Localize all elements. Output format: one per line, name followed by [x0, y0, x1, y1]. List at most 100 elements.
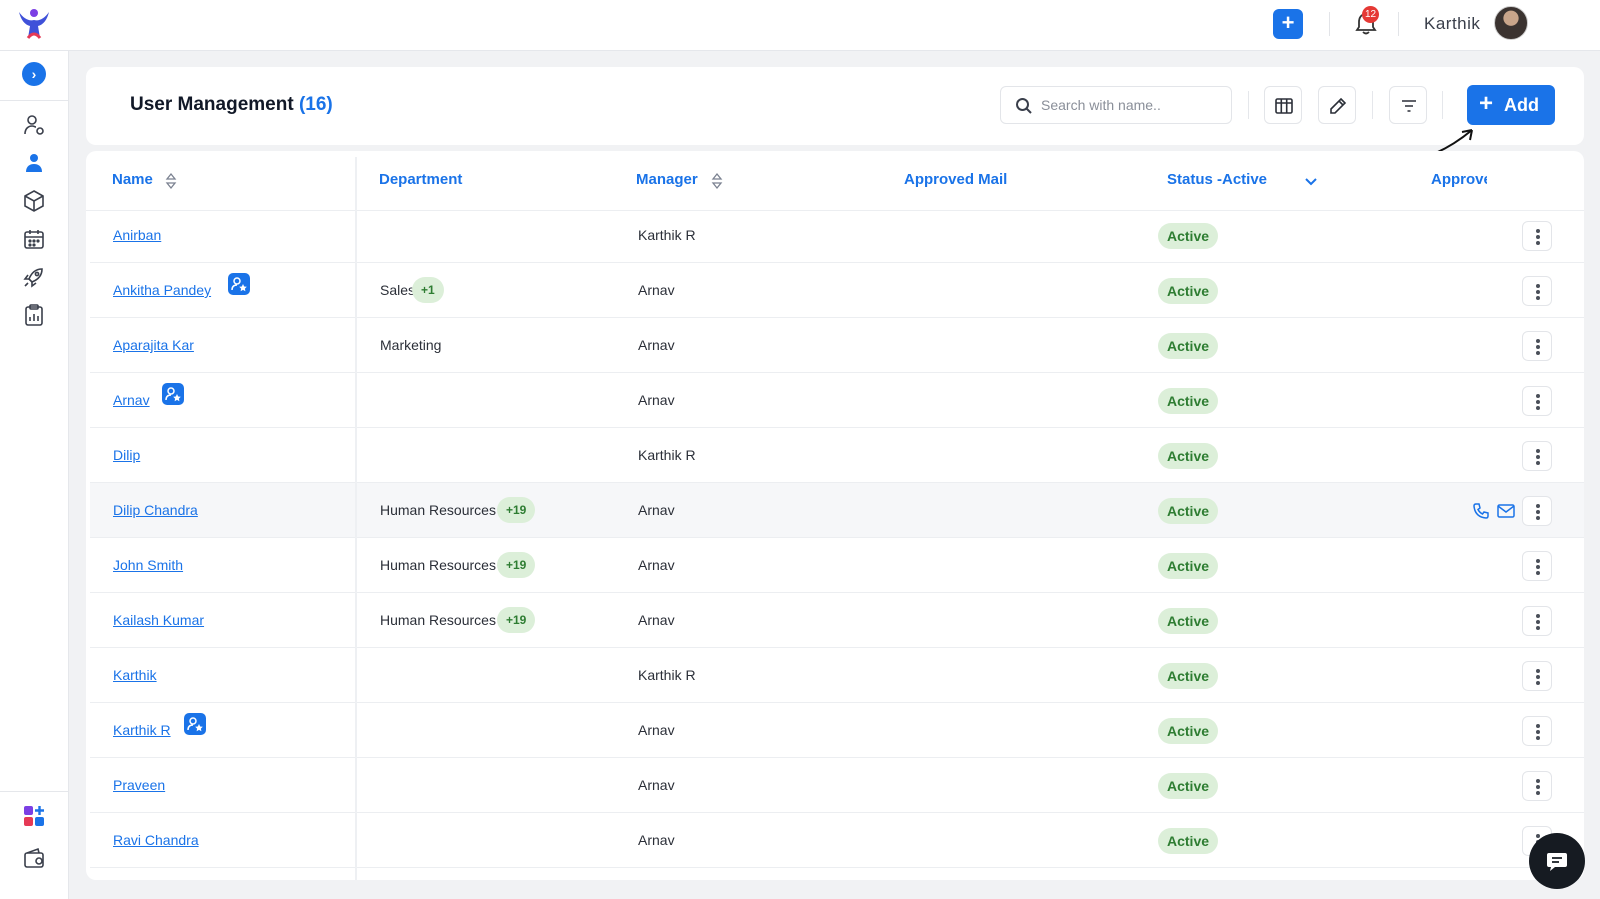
- rocket-icon[interactable]: [22, 265, 46, 289]
- filter-button[interactable]: [1389, 86, 1427, 124]
- user-name-link[interactable]: Aparajita Kar: [113, 337, 194, 353]
- columns-icon: [1275, 98, 1293, 114]
- user-name-link[interactable]: Anirban: [113, 227, 161, 243]
- department-more-badge[interactable]: +1: [412, 277, 444, 303]
- user-name-link[interactable]: Karthik R: [113, 722, 171, 738]
- search-box[interactable]: [1000, 86, 1232, 124]
- calendar-icon[interactable]: [22, 227, 46, 251]
- table-row[interactable]: Kailash Kumar Human Resources +19 Arnav Acti…: [90, 593, 1584, 648]
- row-menu-button[interactable]: [1522, 551, 1552, 581]
- app-logo-icon[interactable]: [16, 6, 52, 42]
- table-row[interactable]: Arnav Arnav Active: [90, 373, 1584, 428]
- department-text: Human Resources: [380, 502, 496, 518]
- columns-button[interactable]: [1264, 86, 1302, 124]
- user-name-link[interactable]: Dilip: [113, 447, 140, 463]
- row-menu-button[interactable]: [1522, 771, 1552, 801]
- row-menu-button[interactable]: [1522, 716, 1552, 746]
- header-status[interactable]: Status -Active: [1167, 171, 1267, 188]
- table-row[interactable]: Karthik Karthik R Active: [90, 648, 1584, 703]
- status-badge: Active: [1158, 443, 1219, 469]
- page-title-text: User Management: [130, 94, 294, 115]
- user-name-link[interactable]: Praveen: [113, 777, 165, 793]
- row-menu-button[interactable]: [1522, 276, 1552, 306]
- table-row[interactable]: Ravi Chandra Arnav Active: [90, 813, 1584, 868]
- status-badge: Active: [1158, 663, 1219, 689]
- apps-grid-icon[interactable]: [22, 804, 46, 828]
- status-badge: Active: [1158, 718, 1219, 744]
- user-name-link[interactable]: Dilip Chandra: [113, 502, 198, 518]
- header-approved[interactable]: Approve: [1431, 171, 1487, 188]
- kebab-dot: [1536, 669, 1540, 673]
- manager-text: Arnav: [638, 832, 675, 848]
- kebab-dot: [1536, 675, 1540, 679]
- row-menu-button[interactable]: [1522, 496, 1552, 526]
- table-row[interactable]: Dilip Karthik R Active: [90, 428, 1584, 483]
- department-more-badge[interactable]: +19: [497, 552, 536, 578]
- plus-icon: +: [1479, 90, 1494, 117]
- sort-icon[interactable]: [710, 172, 724, 190]
- report-clipboard-icon[interactable]: [22, 303, 46, 327]
- user-settings-icon[interactable]: [22, 113, 46, 137]
- row-menu-button[interactable]: [1522, 221, 1552, 251]
- row-menu-button[interactable]: [1522, 661, 1552, 691]
- kebab-dot: [1536, 455, 1540, 459]
- edit-button[interactable]: [1318, 86, 1356, 124]
- admin-badge-icon: [162, 383, 184, 405]
- manager-text: Arnav: [638, 392, 675, 408]
- search-input[interactable]: [1041, 95, 1221, 115]
- kebab-dot: [1536, 614, 1540, 618]
- row-menu-button[interactable]: [1522, 331, 1552, 361]
- wallet-icon[interactable]: [22, 846, 46, 870]
- kebab-dot: [1536, 730, 1540, 734]
- table-row[interactable]: Ankitha Pandey Sales +1 Arnav Active: [90, 263, 1584, 318]
- row-menu-button[interactable]: [1522, 441, 1552, 471]
- chat-button[interactable]: [1529, 833, 1585, 889]
- table-row[interactable]: Anirban Karthik R Active: [90, 208, 1584, 263]
- page-header: User Management (16) + Add: [86, 67, 1584, 145]
- user-avatar[interactable]: [1494, 6, 1528, 40]
- table-row[interactable]: John Smith Human Resources +19 Arnav Active: [90, 538, 1584, 593]
- quick-add-button[interactable]: +: [1273, 9, 1303, 39]
- header-manager[interactable]: Manager: [636, 171, 698, 188]
- status-badge: Active: [1158, 828, 1219, 854]
- chevron-down-icon[interactable]: [1303, 173, 1319, 189]
- box-icon[interactable]: [22, 189, 46, 213]
- kebab-dot: [1536, 565, 1540, 569]
- sort-icon[interactable]: [164, 172, 178, 190]
- kebab-dot: [1536, 504, 1540, 508]
- table-row[interactable]: Praveen Arnav Active: [90, 758, 1584, 813]
- user-name-link[interactable]: Karthik: [113, 667, 157, 683]
- users-icon[interactable]: [22, 151, 46, 175]
- table-row[interactable]: Aparajita Kar Marketing Arnav Active: [90, 318, 1584, 373]
- header-name[interactable]: Name: [112, 171, 153, 188]
- current-user-name[interactable]: Karthik: [1424, 14, 1480, 34]
- table-row[interactable]: Dilip Chandra Human Resources +19 Arnav Acti…: [90, 483, 1584, 538]
- row-menu-button[interactable]: [1522, 386, 1552, 416]
- mail-icon[interactable]: [1496, 502, 1516, 520]
- add-user-button[interactable]: + Add: [1467, 85, 1555, 125]
- user-count: (16): [298, 94, 333, 115]
- header-approved-mail[interactable]: Approved Mail: [904, 171, 1007, 188]
- kebab-dot: [1536, 449, 1540, 453]
- kebab-dot: [1536, 516, 1540, 520]
- kebab-dot: [1536, 510, 1540, 514]
- user-name-link[interactable]: John Smith: [113, 557, 183, 573]
- sidebar-expand-button[interactable]: ›: [22, 62, 46, 86]
- department-text: Human Resources: [380, 557, 496, 573]
- row-menu-button[interactable]: [1522, 606, 1552, 636]
- table-row[interactable]: Karthik R Arnav Active: [90, 703, 1584, 758]
- topbar-divider: [1329, 12, 1330, 36]
- department-more-badge[interactable]: +19: [497, 497, 536, 523]
- header-department[interactable]: Department: [379, 171, 462, 188]
- manager-text: Arnav: [638, 612, 675, 628]
- user-name-link[interactable]: Ankitha Pandey: [113, 282, 211, 298]
- department-more-badge[interactable]: +19: [497, 607, 536, 633]
- manager-text: Karthik R: [638, 227, 696, 243]
- sidebar-divider: [0, 100, 69, 101]
- user-name-link[interactable]: Ravi Chandra: [113, 832, 199, 848]
- kebab-dot: [1536, 351, 1540, 355]
- user-name-link[interactable]: Arnav: [113, 392, 150, 408]
- phone-icon[interactable]: [1472, 502, 1490, 520]
- user-name-link[interactable]: Kailash Kumar: [113, 612, 204, 628]
- department-text: Human Resources: [380, 612, 496, 628]
